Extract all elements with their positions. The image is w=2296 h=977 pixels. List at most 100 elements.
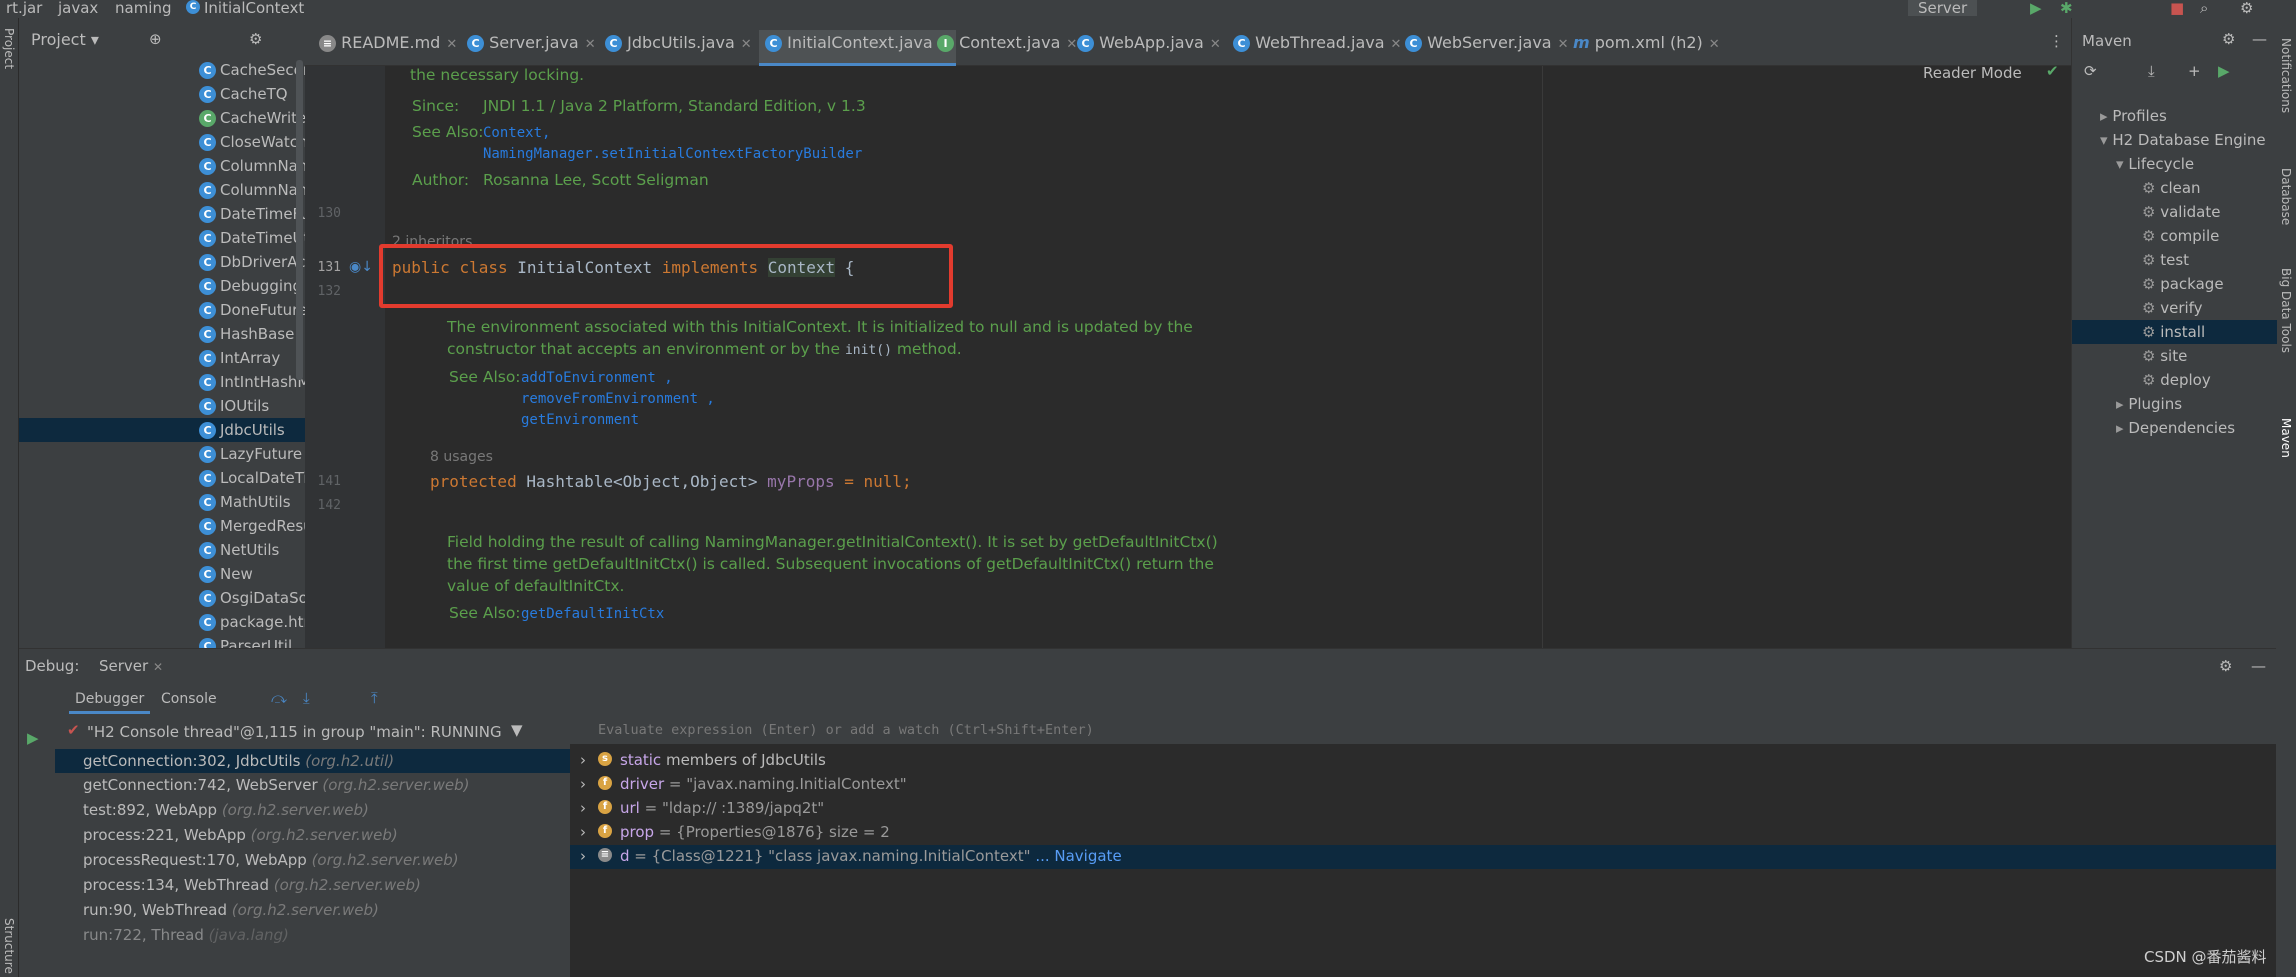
project-scrollbar[interactable] [296, 60, 303, 380]
tree-item[interactable]: C New [199, 562, 305, 586]
maven-tree-item[interactable]: ▾ H2 Database Engine [2100, 128, 2266, 152]
tree-item[interactable]: C MergedResu [199, 514, 305, 538]
usages-hint[interactable]: 8 usages [430, 449, 493, 465]
debug-icon[interactable]: ✱ [2060, 0, 2073, 16]
tab-jdbcutils-java[interactable]: C JdbcUtils.java ✕ [605, 30, 752, 66]
tree-item[interactable]: C LazyFuture [199, 442, 305, 466]
stack-frame[interactable]: test:892, WebApp (org.h2.server.web) [83, 801, 369, 819]
tree-item[interactable]: C DateTimeUti [199, 226, 305, 250]
tree-item[interactable]: C IntArray [199, 346, 305, 370]
tree-item[interactable]: C CacheTQ [199, 82, 305, 106]
minimize-icon[interactable]: — [2252, 30, 2267, 48]
breadcrumb-class[interactable]: InitialContext [204, 0, 304, 16]
maven-tree-item[interactable]: ⚙ validate [2142, 200, 2220, 224]
maven-tree-item[interactable]: ⚙ package [2142, 272, 2224, 296]
maven-tree-item[interactable]: ⚙ clean [2142, 176, 2201, 200]
watch-input[interactable]: Evaluate expression (Enter) or add a wat… [570, 715, 2276, 745]
tree-item[interactable]: C CacheWriter [199, 106, 305, 130]
minimize-icon[interactable]: — [2251, 657, 2266, 675]
variable-row[interactable]: › f url = "ldap:// :1389/japq2t" [570, 797, 2276, 821]
variable-row[interactable]: › ≡ d = {Class@1221} "class javax.naming.I… [570, 845, 2276, 869]
settings-icon[interactable]: ⚙ [2222, 30, 2235, 48]
stack-frame[interactable]: process:134, WebThread (org.h2.server.we… [83, 876, 421, 894]
doc-link-namingmanager[interactable]: NamingManager.setInitialContextFactoryBu… [483, 146, 862, 162]
project-view-selector[interactable]: Project ▾ [31, 30, 99, 49]
maven-tree-item[interactable]: ⚙ test [2142, 248, 2189, 272]
stack-frame[interactable]: run:722, Thread (java.lang) [83, 926, 289, 944]
tab-webapp-java[interactable]: C WebApp.java ✕ [1077, 30, 1221, 66]
variable-row[interactable]: › s static members of JdbcUtils [570, 749, 2276, 773]
navigate-link[interactable]: ... Navigate [1031, 847, 1121, 865]
settings-icon[interactable]: ⚙ [2219, 657, 2232, 675]
breadcrumb-pkg[interactable]: javax [58, 0, 98, 16]
variable-row[interactable]: › f driver = "javax.naming.InitialContext" [570, 773, 2276, 797]
tree-item[interactable]: C NetUtils [199, 538, 305, 562]
maven-tree-item[interactable]: ⚙ site [2142, 344, 2187, 368]
breadcrumb-jar[interactable]: rt.jar [6, 0, 42, 16]
settings-icon[interactable]: ⚙ [2240, 0, 2253, 16]
maven-tree-item[interactable]: ▾ Lifecycle [2116, 152, 2194, 176]
project-tool-button[interactable]: Project [2, 28, 16, 69]
tree-item[interactable]: C MathUtils [199, 490, 305, 514]
tree-item[interactable]: C ParserUtil [199, 634, 305, 648]
doc-link-getenvironment[interactable]: getEnvironment [521, 412, 639, 428]
stack-frame[interactable]: processRequest:170, WebApp (org.h2.serve… [83, 851, 459, 869]
notifications-tool-button[interactable]: Notifications [2279, 38, 2293, 113]
expand-icon[interactable]: › [580, 775, 586, 793]
tab-console[interactable]: Console [161, 691, 217, 707]
implementation-marker-icon[interactable]: ◉↓ [349, 259, 373, 275]
tab-context-java[interactable]: I Context.java ✕ [937, 30, 1077, 66]
maven-tree-item[interactable]: ⚙ install [2072, 320, 2277, 344]
filter-icon[interactable]: ▼ [511, 721, 523, 739]
tab-pom-xml[interactable]: m pom.xml (h2) ✕ [1573, 30, 1720, 66]
locate-icon[interactable]: ⊕ [149, 30, 162, 48]
tab-webserver-java[interactable]: C WebServer.java ✕ [1405, 30, 1569, 66]
tab-webthread-java[interactable]: C WebThread.java ✕ [1233, 30, 1401, 66]
run-icon[interactable]: ▶ [2030, 0, 2042, 16]
tree-item[interactable]: C JdbcUtils [19, 418, 305, 442]
maven-tree-item[interactable]: ▸ Dependencies [2116, 416, 2235, 440]
maven-tree-item[interactable]: ⚙ compile [2142, 224, 2219, 248]
database-tool-button[interactable]: Database [2279, 168, 2293, 225]
structure-tool-button[interactable]: Structure [2, 918, 16, 974]
tab-readme[interactable]: ≡ README.md ✕ [319, 30, 457, 66]
breadcrumb-pkg[interactable]: naming [115, 0, 172, 16]
doc-link-addtoenvironment[interactable]: addToEnvironment , [521, 370, 673, 386]
tree-item[interactable]: C Debugging [199, 274, 305, 298]
settings-icon[interactable]: ⚙ [249, 30, 262, 48]
search-icon[interactable]: ⌕ [2200, 0, 2208, 16]
reload-icon[interactable]: ⟳ [2084, 62, 2097, 80]
tree-item[interactable]: C ColumnNam [199, 178, 305, 202]
tree-item[interactable]: C DateTimeFu [199, 202, 305, 226]
more-tabs-icon[interactable]: ⋮ [2049, 32, 2064, 50]
thread-selector[interactable]: "H2 Console thread"@1,115 in group "main… [87, 723, 502, 741]
stack-frame[interactable]: run:90, WebThread (org.h2.server.web) [83, 901, 379, 919]
run-config-select[interactable]: Server [1908, 0, 1978, 16]
maven-tree-item[interactable]: ▸ Profiles [2100, 104, 2167, 128]
tree-item[interactable]: C DbDriverAct [199, 250, 305, 274]
tree-item[interactable]: C LocalDateTir [199, 466, 305, 490]
debug-config-tab[interactable]: Server ✕ [99, 657, 163, 675]
tree-item[interactable]: C IntIntHashM [199, 370, 305, 394]
run-icon[interactable]: ▶ [2218, 62, 2230, 80]
stack-frame[interactable]: process:221, WebApp (org.h2.server.web) [83, 826, 398, 844]
doc-link-getdefaultinitctx[interactable]: getDefaultInitCtx [521, 606, 664, 622]
tab-server-java[interactable]: C Server.java ✕ [467, 30, 596, 66]
tab-debugger[interactable]: Debugger [69, 691, 151, 714]
expand-icon[interactable]: › [580, 751, 586, 769]
tree-item[interactable]: Cpackage.htm [199, 610, 305, 634]
variable-row[interactable]: › f prop = {Properties@1876} size = 2 [570, 821, 2276, 845]
tree-item[interactable]: C DoneFuture [199, 298, 305, 322]
step-into-icon[interactable]: ⤓ [303, 689, 310, 707]
big-data-tools-button[interactable]: Big Data Tools [2279, 268, 2293, 353]
maven-tree-item[interactable]: ▸ Plugins [2116, 392, 2182, 416]
expand-icon[interactable]: › [580, 823, 586, 841]
reader-mode-button[interactable]: Reader Mode [1923, 64, 2022, 82]
download-icon[interactable]: ⤓ [2148, 62, 2155, 80]
doc-link-context[interactable]: Context, [483, 125, 550, 141]
tree-item[interactable]: C CloseWatch [199, 130, 305, 154]
stack-frame[interactable]: getConnection:742, WebServer (org.h2.ser… [83, 776, 469, 794]
maven-tree-item[interactable]: ⚙ deploy [2142, 368, 2211, 392]
tab-initialcontext-java[interactable]: C InitialContext.java✕ [759, 30, 956, 66]
tree-item[interactable]: C HashBase [199, 322, 305, 346]
